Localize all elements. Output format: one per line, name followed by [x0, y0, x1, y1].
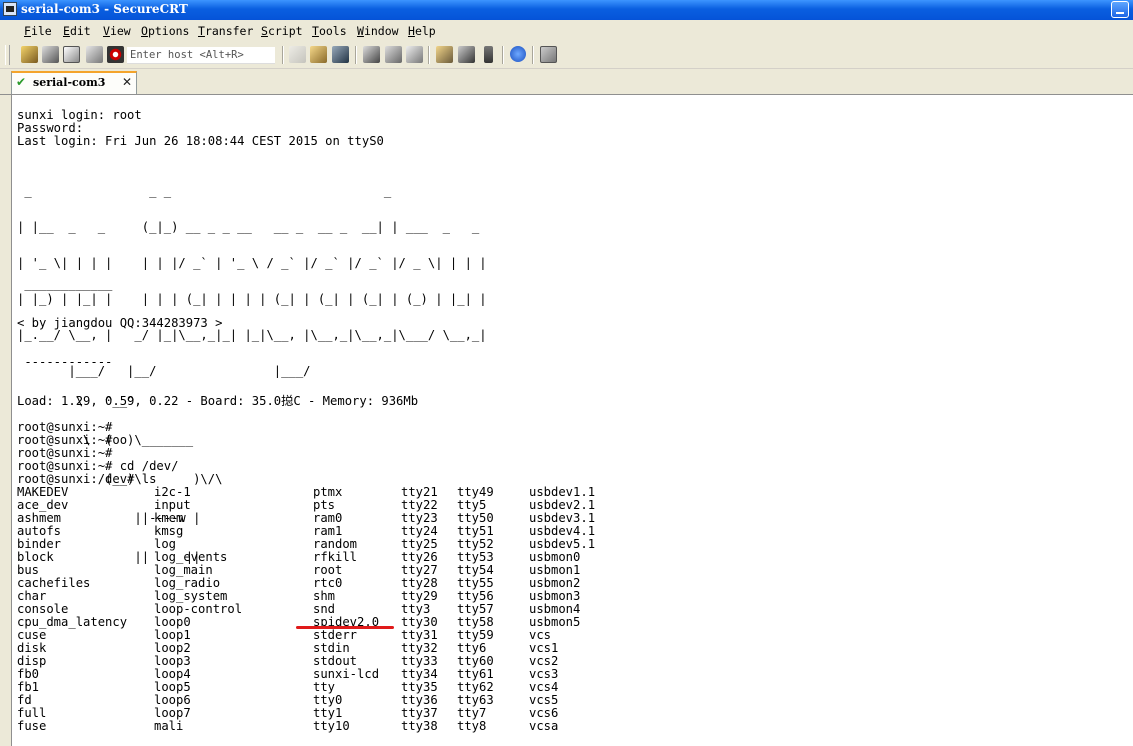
status-line: Load: 1.29, 0.59, 0.22 - Board: 35.0搃C -…: [17, 394, 419, 408]
menu-tools[interactable]: Tools: [312, 24, 347, 38]
red-underline-annotation: [296, 626, 394, 629]
tab-strip: ✔ serial-com3 ✕: [0, 69, 1133, 95]
global-options-icon[interactable]: [458, 46, 475, 63]
cowsay-line: < by jiangdou QQ:344283973 >: [17, 316, 223, 330]
ls-entry: fuse: [17, 719, 47, 733]
copy-icon[interactable]: [289, 46, 306, 63]
reconnect-icon[interactable]: [86, 46, 103, 63]
disconnect-icon[interactable]: [107, 46, 124, 63]
banner-line: _ _ _ _: [17, 184, 487, 198]
menu-transfer[interactable]: Transfer: [198, 24, 253, 38]
menu-file[interactable]: File: [24, 24, 52, 38]
key-icon[interactable]: [484, 46, 493, 63]
toolbar-separator: [355, 46, 357, 64]
toolbar-separator: [532, 46, 534, 64]
terminal-view[interactable]: sunxi login: root Password: Last login: …: [11, 95, 1133, 746]
tab-label: serial-com3: [33, 76, 106, 89]
menu-options[interactable]: Options: [141, 24, 189, 38]
toolbar-separator: [502, 46, 504, 64]
menu-script[interactable]: Script: [261, 24, 303, 38]
keymap-icon[interactable]: [540, 46, 557, 63]
check-icon: ✔: [16, 75, 27, 89]
ls-entry: vcsa: [529, 719, 559, 733]
find-icon[interactable]: [332, 46, 349, 63]
banner-line: | |__ _ _ (_|_) __ _ _ __ __ _ __ _ __| …: [17, 220, 487, 234]
ls-entry: mali: [154, 719, 184, 733]
toolbar-separator: [428, 46, 430, 64]
cowsay-line: ____________: [17, 277, 113, 291]
ls-entry: tty10: [313, 719, 350, 733]
toolbar: [0, 42, 1133, 69]
print-setup-icon[interactable]: [406, 46, 423, 63]
menu-edit[interactable]: Edit: [63, 24, 91, 38]
ls-entry: tty8: [457, 719, 487, 733]
toolbar-grip[interactable]: [5, 45, 10, 65]
terminal-line: Last login: Fri Jun 26 18:08:44 CEST 201…: [17, 134, 384, 148]
help-icon[interactable]: [510, 46, 526, 62]
menu-view[interactable]: View: [103, 24, 131, 38]
print-selection-icon[interactable]: [385, 46, 402, 63]
toolbar-separator: [282, 46, 284, 64]
app-icon[interactable]: [3, 2, 17, 16]
menu-help[interactable]: Help: [408, 24, 436, 38]
tab-serial-com3[interactable]: ✔ serial-com3 ✕: [11, 71, 137, 94]
ls-entry: tty38: [401, 719, 438, 733]
close-icon[interactable]: ✕: [122, 75, 132, 89]
cowsay-line: ------------: [17, 355, 113, 369]
menu-window[interactable]: Window: [357, 24, 399, 38]
connect-in-tab-icon[interactable]: [63, 46, 80, 63]
paste-icon[interactable]: [310, 46, 327, 63]
minimize-button[interactable]: [1111, 1, 1129, 18]
connect-icon[interactable]: [21, 46, 38, 63]
quick-connect-icon[interactable]: [42, 46, 59, 63]
session-options-icon[interactable]: [436, 46, 453, 63]
print-icon[interactable]: [363, 46, 380, 63]
title-bar[interactable]: serial-com3 - SecureCRT: [0, 0, 1133, 20]
menu-bar: File Edit View Options Transfer Script T…: [0, 20, 1133, 42]
host-box[interactable]: [127, 47, 276, 64]
host-input[interactable]: [127, 47, 276, 62]
window-title: serial-com3 - SecureCRT: [21, 2, 188, 16]
